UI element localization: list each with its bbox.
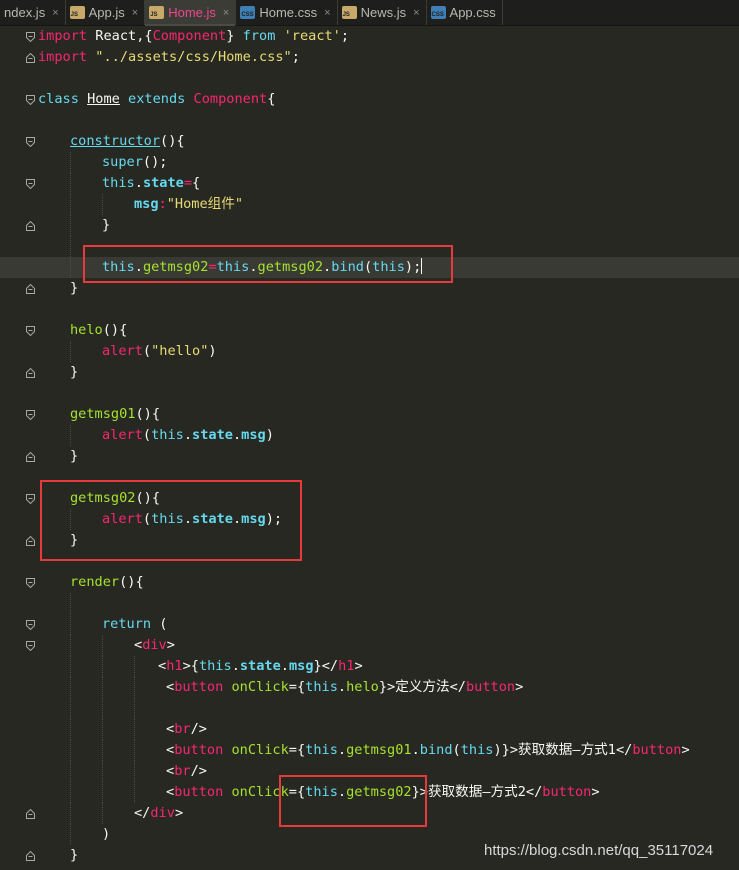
code-text: <div> [134,637,175,653]
code-text: alert(this.state.msg) [102,427,274,443]
code-text: class Home extends Component{ [38,91,276,107]
close-icon[interactable]: × [413,7,419,19]
watermark: https://blog.csdn.net/qq_35117024 [484,842,714,859]
code-line-4: class Home extends Component{ [0,89,739,110]
close-icon[interactable]: × [324,7,330,19]
code-line-35: <button onClick={this.getmsg01.bind(this… [0,740,739,761]
fold-open-icon[interactable] [26,494,35,504]
code-text: <br/> [166,721,207,737]
tab-home-css[interactable]: CSS Home.css × [236,0,338,25]
fold-close-icon[interactable] [26,809,35,819]
code-line-2: import "../assets/css/Home.css"; [0,47,739,68]
code-text: render(){ [70,574,144,590]
annotation-box-bind [83,245,453,283]
close-icon[interactable]: × [223,7,229,19]
code-line-31: <h1>{this.state.msg}</h1> [0,656,739,677]
css-file-icon: CSS [240,6,256,19]
tab-home-js[interactable]: JS Home.js × [145,0,237,26]
fold-open-icon[interactable] [26,32,35,42]
code-line-28 [0,593,739,614]
close-icon[interactable]: × [52,7,58,19]
code-line-15: helo(){ [0,320,739,341]
code-text: return ( [102,616,168,632]
code-line-29: return ( [0,614,739,635]
code-text: constructor(){ [70,133,185,149]
code-text: getmsg01(){ [70,406,161,422]
fold-close-icon[interactable] [26,284,35,294]
tab-index-js[interactable]: ndex.js × [0,0,66,25]
code-line-7: super(); [0,152,739,173]
code-line-6: constructor(){ [0,131,739,152]
close-icon[interactable]: × [132,7,138,19]
code-text: alert("hello") [102,343,217,359]
js-file-icon: JS [149,6,165,19]
fold-open-icon[interactable] [26,95,35,105]
code-text: } [70,364,79,380]
code-text: <button onClick={this.getmsg01.bind(this… [166,742,690,758]
tab-news-js[interactable]: JS News.js × [338,0,427,25]
js-file-icon: JS [69,6,85,19]
code-line-21: } [0,446,739,467]
tab-label: App.css [449,5,496,20]
fold-open-icon[interactable] [26,137,35,147]
annotation-box-onclick [279,775,427,827]
code-line-10: } [0,215,739,236]
fold-close-icon[interactable] [26,221,35,231]
code-line-8: this.state={ [0,173,739,194]
code-line-9: msg:"Home组件" [0,194,739,215]
editor-tab-bar: ndex.js × JS App.js × JS Home.js × CSS Home.cs… [0,0,739,26]
tab-label: News.js [360,5,407,20]
code-text: this.state={ [102,175,201,191]
fold-open-icon[interactable] [26,641,35,651]
code-text: </div> [134,805,184,821]
code-text: import "../assets/css/Home.css"; [38,49,300,65]
code-text: helo(){ [70,322,128,338]
code-line-33 [0,698,739,719]
tab-label: Home.js [168,5,216,20]
code-line-17: } [0,362,739,383]
code-text: } [70,448,79,464]
fold-close-icon[interactable] [26,53,35,63]
fold-open-icon[interactable] [26,410,35,420]
code-text: import React,{Component} from 'react'; [38,28,350,44]
fold-close-icon[interactable] [26,851,35,861]
code-text: super(); [102,154,168,170]
code-line-32: <button onClick={this.helo}>定义方法</button… [0,677,739,698]
code-line-34: <br/> [0,719,739,740]
fold-open-icon[interactable] [26,326,35,336]
code-text: ) [102,826,111,842]
tab-app-js[interactable]: JS App.js × [66,0,146,25]
code-text: <button onClick={this.helo}>定义方法</button… [166,679,524,695]
fold-open-icon[interactable] [26,620,35,630]
tab-label: ndex.js [4,5,46,20]
tab-label: App.js [88,5,125,20]
code-text: <h1>{this.state.msg}</h1> [158,658,363,674]
code-line-27: render(){ [0,572,739,593]
code-line-16: alert("hello") [0,341,739,362]
js-file-icon: JS [341,6,357,19]
code-text: <br/> [166,763,207,779]
code-line-20: alert(this.state.msg) [0,425,739,446]
fold-close-icon[interactable] [26,452,35,462]
code-line-30: <div> [0,635,739,656]
code-text: } [70,280,79,296]
css-file-icon: CSS [430,6,446,19]
code-text: } [102,217,111,233]
fold-close-icon[interactable] [26,536,35,546]
code-text: } [70,847,79,863]
fold-close-icon[interactable] [26,368,35,378]
tab-label: Home.css [259,5,318,20]
code-text: msg:"Home组件" [134,196,244,212]
code-line-1: import React,{Component} from 'react'; [0,26,739,47]
tab-app-css[interactable]: CSS App.css [427,0,503,25]
fold-open-icon[interactable] [26,179,35,189]
code-line-19: getmsg01(){ [0,404,739,425]
annotation-box-getmsg02 [40,480,302,561]
fold-open-icon[interactable] [26,578,35,588]
